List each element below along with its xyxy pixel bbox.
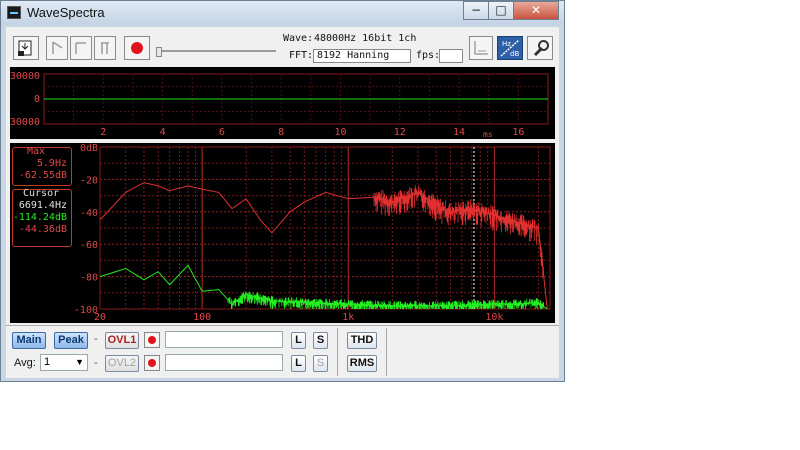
scope-x-unit: ms (483, 130, 493, 139)
ovl2-save-button[interactable]: S (313, 355, 328, 372)
svg-text:dB: dB (510, 50, 519, 58)
client-area: Wave: 48000Hz 16bit 1ch FFT: 8192 Hannin… (4, 27, 559, 378)
bottom-controls: Main Peak - OVL1 L S THD Avg: 1 ▼ - OVL2… (6, 325, 559, 378)
scope-x-tick: 10 (334, 127, 346, 138)
record-icon (131, 42, 143, 54)
scope-x-tick: 2 (100, 127, 106, 138)
hz-db-button[interactable]: Hz dB (497, 36, 523, 60)
pause-button[interactable] (94, 36, 116, 60)
wave-label: Wave: (283, 33, 314, 44)
position-slider-thumb[interactable] (156, 47, 162, 57)
ovl1-save-button[interactable]: S (313, 332, 328, 349)
spectrum-y-tick: -60 (80, 240, 98, 251)
wavespectra-window: WaveSpectra − □ ✕ Wave: 48000Hz 16bit 1c… (0, 0, 565, 382)
play-icon (52, 41, 63, 54)
main-button[interactable]: Main (12, 332, 46, 349)
fft-label: FFT: (289, 50, 314, 61)
cursor-readout-panel: Cursor 6691.4Hz -114.24dB -44.36dB (12, 188, 72, 247)
spectrum-x-tick: 1k (342, 312, 354, 323)
record-button[interactable] (124, 36, 150, 60)
wrench-icon (533, 40, 549, 57)
scale-icon (474, 41, 488, 55)
avg-select[interactable]: 1 ▼ (40, 354, 88, 371)
scale-button[interactable] (469, 36, 493, 60)
ovl1-file-field[interactable] (165, 331, 283, 348)
ovl2-button[interactable]: OVL2 (105, 355, 139, 372)
live-spectrum-noise (227, 291, 544, 309)
divider (337, 328, 338, 376)
app-icon (7, 6, 21, 19)
dash-separator: - (94, 333, 98, 345)
close-button[interactable]: ✕ (513, 1, 559, 20)
open-file-icon (18, 40, 32, 56)
max-frequency: 5.9Hz (36, 158, 67, 169)
svg-text:Hz: Hz (502, 40, 511, 48)
scope-x-tick: 8 (278, 127, 284, 138)
ovl2-load-button[interactable]: L (291, 355, 306, 372)
hz-db-icon: Hz dB (500, 39, 520, 58)
ovl1-record-button[interactable] (144, 332, 160, 348)
spectrum-y-tick: -20 (80, 175, 98, 186)
window-title: WaveSpectra (27, 5, 105, 20)
peak-hold-trace (99, 182, 548, 310)
position-slider-track[interactable] (156, 50, 276, 52)
ovl1-button[interactable]: OVL1 (105, 332, 139, 349)
scope-x-tick: 6 (219, 127, 225, 138)
scope-x-tick: 16 (512, 127, 524, 138)
rms-button[interactable]: RMS (347, 355, 377, 372)
settings-button[interactable] (527, 36, 553, 60)
spectrum-y-tick: -40 (80, 208, 98, 219)
minimize-button[interactable]: − (463, 1, 489, 20)
avg-label: Avg: (14, 357, 36, 369)
stop-button[interactable] (70, 36, 92, 60)
title-bar[interactable]: WaveSpectra − □ ✕ (1, 1, 564, 25)
pause-icon (101, 42, 109, 54)
waveform-scope[interactable]: 30000 0 -30000 2 4 6 8 10 12 14 16 ms (4, 67, 555, 139)
cursor-frequency: 6691.4Hz (18, 200, 67, 211)
cursor-level-1: -114.24dB (12, 212, 67, 223)
scope-y-tick: 30000 (10, 71, 40, 82)
stop-icon (75, 42, 86, 54)
cursor-title: Cursor (23, 188, 60, 199)
fps-label: fps: (416, 50, 441, 61)
avg-value: 1 (44, 356, 51, 368)
chevron-down-icon: ▼ (75, 357, 84, 367)
spectrum-y-tick: 0dB (80, 143, 98, 154)
fps-field (439, 49, 463, 63)
open-file-button[interactable] (13, 36, 39, 60)
scope-y-tick: 0 (34, 94, 40, 105)
wave-format-value: 48000Hz 16bit 1ch (314, 33, 417, 44)
ovl2-file-field[interactable] (165, 354, 283, 371)
scope-x-tick: 12 (394, 127, 406, 138)
cursor-level-2: -44.36dB (18, 224, 67, 235)
max-level: -62.55dB (18, 170, 67, 181)
spectrum-x-tick: 20 (94, 312, 106, 323)
max-title: Max (27, 146, 46, 157)
fft-settings-field[interactable]: 8192 Hanning (313, 49, 411, 63)
spectrum-display[interactable]: 0dB -20 -40 -60 -80 -100 20 100 1k 10k Max 5.9Hz… (10, 143, 555, 323)
ovl1-load-button[interactable]: L (291, 332, 306, 349)
scope-y-tick: -30000 (10, 117, 40, 128)
dash-separator: - (94, 357, 98, 369)
max-readout-panel: Max 5.9Hz -62.55dB (12, 146, 72, 186)
peak-button[interactable]: Peak (54, 332, 88, 349)
spectrum-x-tick: 10k (485, 312, 503, 323)
waveform-plot: 30000 0 -30000 2 4 6 8 10 12 14 16 ms (4, 71, 549, 139)
ovl2-record-button[interactable] (144, 355, 160, 371)
spectrum-y-tick: -80 (80, 273, 98, 284)
spectrum-plot: 0dB-20-40-60-80-100 20 100 1k 10k (74, 143, 551, 323)
peak-hold-noise (373, 185, 544, 278)
scope-x-tick: 4 (160, 127, 166, 138)
scope-x-tick: 14 (453, 127, 465, 138)
play-button[interactable] (46, 36, 68, 60)
spectrum-x-tick: 100 (193, 312, 211, 323)
divider (386, 328, 387, 376)
maximize-button[interactable]: □ (488, 1, 514, 20)
thd-button[interactable]: THD (347, 332, 377, 349)
